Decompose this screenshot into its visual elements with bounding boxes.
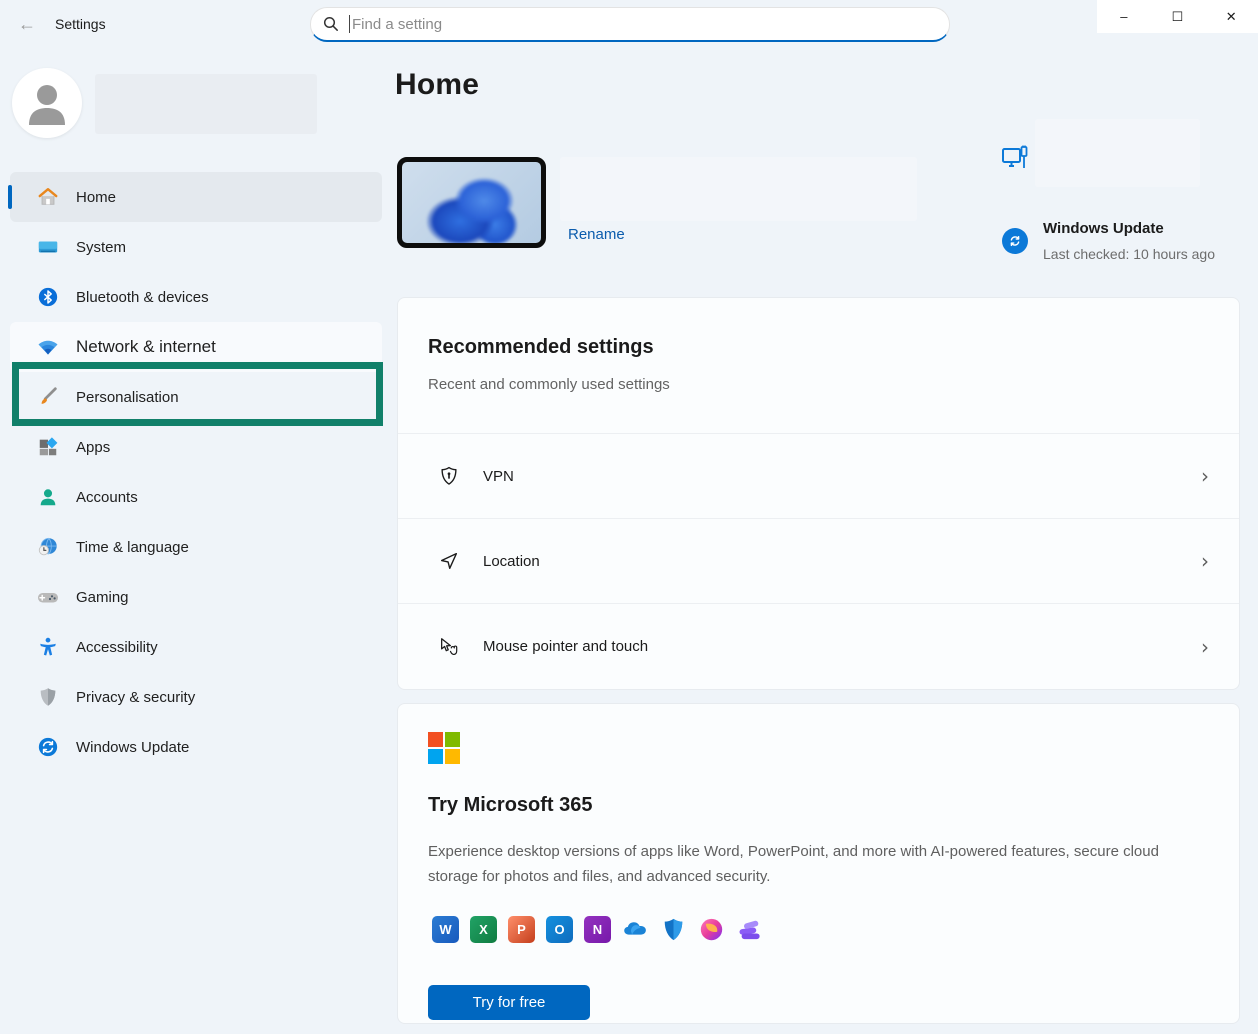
sidebar-item-label: Home <box>76 189 116 206</box>
vpn-shield-icon <box>438 465 460 487</box>
accessibility-icon <box>36 635 60 659</box>
windows-update-icon <box>1002 228 1028 254</box>
device-wallpaper-thumbnail <box>397 157 546 248</box>
recommended-title: Recommended settings <box>428 336 1209 359</box>
chevron-right-icon: › <box>1201 635 1209 659</box>
setting-row-label: VPN <box>483 468 1201 485</box>
apps-icon <box>36 435 60 459</box>
person-silhouette-icon <box>27 81 67 125</box>
text-caret <box>349 15 350 33</box>
sidebar-item-label: Bluetooth & devices <box>76 289 209 306</box>
setting-row-label: Mouse pointer and touch <box>483 638 1201 655</box>
try-for-free-button[interactable]: Try for free <box>428 985 590 1020</box>
windows-bloom-image <box>416 168 526 248</box>
sidebar-item-system[interactable]: System <box>10 222 382 272</box>
chevron-right-icon: › <box>1201 464 1209 488</box>
sidebar-item-privacy-security[interactable]: Privacy & security <box>10 672 382 722</box>
search-box[interactable] <box>310 7 950 42</box>
sidebar-item-accessibility[interactable]: Accessibility <box>10 622 382 672</box>
designer-icon <box>698 916 725 943</box>
settings-window: ← Settings – ☐ ✕ Home System <box>0 0 1258 1034</box>
sidebar-item-time-language[interactable]: Time & language <box>10 522 382 572</box>
m365-app-icons: W X P O N <box>432 916 763 943</box>
sidebar-item-label: Apps <box>76 439 110 456</box>
m365-description: Experience desktop versions of apps like… <box>428 839 1178 889</box>
setting-row-location[interactable]: Location › <box>398 519 1239 604</box>
m365-title: Try Microsoft 365 <box>428 794 1209 817</box>
excel-icon: X <box>470 916 497 943</box>
page-title: Home <box>395 68 479 102</box>
minimize-button[interactable]: – <box>1097 0 1151 33</box>
system-icon <box>36 235 60 259</box>
sidebar-item-accounts[interactable]: Accounts <box>10 472 382 522</box>
sidebar-item-gaming[interactable]: Gaming <box>10 572 382 622</box>
device-name-placeholder <box>560 157 917 221</box>
back-button[interactable]: ← <box>12 14 42 36</box>
sidebar-item-windows-update[interactable]: Windows Update <box>10 722 382 772</box>
home-icon <box>36 185 60 209</box>
windows-update-status: Last checked: 10 hours ago <box>1043 246 1215 262</box>
network-name-placeholder <box>1035 119 1200 187</box>
sidebar-item-label: Network & internet <box>76 337 216 357</box>
chevron-right-icon: › <box>1201 549 1209 573</box>
sidebar-item-label: Time & language <box>76 539 189 556</box>
person-icon <box>36 485 60 509</box>
defender-icon <box>660 916 687 943</box>
globe-clock-icon <box>36 535 60 559</box>
sidebar-nav: Home System Bluetooth & devices Network … <box>0 172 392 772</box>
m365-promo-card: Try Microsoft 365 Experience desktop ver… <box>397 703 1240 1024</box>
sidebar-item-label: Accounts <box>76 489 138 506</box>
gamepad-icon <box>36 585 60 609</box>
outlook-icon: O <box>546 916 573 943</box>
sidebar-item-label: Gaming <box>76 589 129 606</box>
onenote-icon: N <box>584 916 611 943</box>
sidebar-item-bluetooth-devices[interactable]: Bluetooth & devices <box>10 272 382 322</box>
location-arrow-icon <box>438 550 460 572</box>
maximize-button[interactable]: ☐ <box>1151 0 1205 33</box>
word-icon: W <box>432 916 459 943</box>
mouse-pointer-icon <box>438 636 460 658</box>
shield-icon <box>36 685 60 709</box>
user-name-placeholder <box>95 74 317 134</box>
setting-row-label: Location <box>483 553 1201 570</box>
app-title: Settings <box>55 16 106 32</box>
setting-row-mouse-pointer[interactable]: Mouse pointer and touch › <box>398 604 1239 689</box>
update-icon <box>36 735 60 759</box>
brush-icon <box>36 385 60 409</box>
rename-link[interactable]: Rename <box>568 226 625 243</box>
sidebar-item-label: Privacy & security <box>76 689 195 706</box>
sidebar-item-label: Windows Update <box>76 739 189 756</box>
wifi-icon <box>36 335 60 359</box>
sidebar-item-label: System <box>76 239 126 256</box>
clipchamp-icon <box>736 916 763 943</box>
sidebar-item-personalisation[interactable]: Personalisation <box>10 372 382 422</box>
bluetooth-icon <box>36 285 60 309</box>
sidebar-item-apps[interactable]: Apps <box>10 422 382 472</box>
sidebar-item-label: Accessibility <box>76 639 158 656</box>
sidebar-item-network-internet[interactable]: Network & internet <box>10 322 382 372</box>
windows-update-title[interactable]: Windows Update <box>1043 220 1164 237</box>
onedrive-icon <box>622 916 649 943</box>
recommended-settings-card: Recommended settings Recent and commonly… <box>397 297 1240 690</box>
window-controls: – ☐ ✕ <box>1097 0 1258 33</box>
close-button[interactable]: ✕ <box>1204 0 1258 33</box>
avatar <box>12 68 82 138</box>
search-input[interactable] <box>352 16 937 33</box>
search-icon <box>323 16 339 32</box>
recommended-subtitle: Recent and commonly used settings <box>428 376 1209 393</box>
sidebar-item-home[interactable]: Home <box>10 172 382 222</box>
microsoft-logo-icon <box>428 732 460 764</box>
powerpoint-icon: P <box>508 916 535 943</box>
connected-network-icon <box>1000 144 1032 176</box>
setting-row-vpn[interactable]: VPN › <box>398 434 1239 519</box>
sidebar-item-label: Personalisation <box>76 389 179 406</box>
recommended-header: Recommended settings Recent and commonly… <box>398 298 1239 434</box>
